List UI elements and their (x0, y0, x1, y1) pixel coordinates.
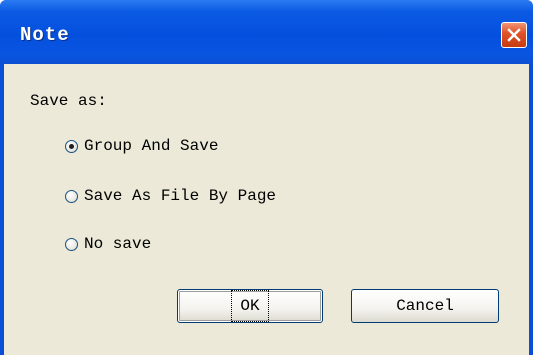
option-label: No save (84, 235, 152, 253)
option-label: Save As File By Page (84, 187, 277, 205)
close-button[interactable] (501, 22, 527, 48)
radio-button[interactable] (65, 237, 78, 251)
ok-label: OK (231, 290, 269, 322)
ok-button[interactable]: OK (177, 289, 323, 323)
close-icon (507, 28, 521, 42)
dialog-title: Note (20, 24, 70, 46)
save-as-label: Save as: (30, 92, 107, 110)
option-no-save[interactable]: No save (65, 235, 151, 253)
cancel-button[interactable]: Cancel (351, 289, 499, 323)
option-save-as-file-by-page[interactable]: Save As File By Page (65, 187, 276, 205)
radio-button[interactable] (65, 139, 78, 153)
dialog-window: Note Save as: Group And Save Save As Fil… (0, 0, 533, 355)
cancel-label: Cancel (396, 297, 454, 315)
title-bar[interactable]: Note (0, 0, 533, 64)
option-label: Group And Save (84, 137, 219, 155)
option-group-and-save[interactable]: Group And Save (65, 137, 218, 155)
radio-button[interactable] (65, 189, 78, 203)
